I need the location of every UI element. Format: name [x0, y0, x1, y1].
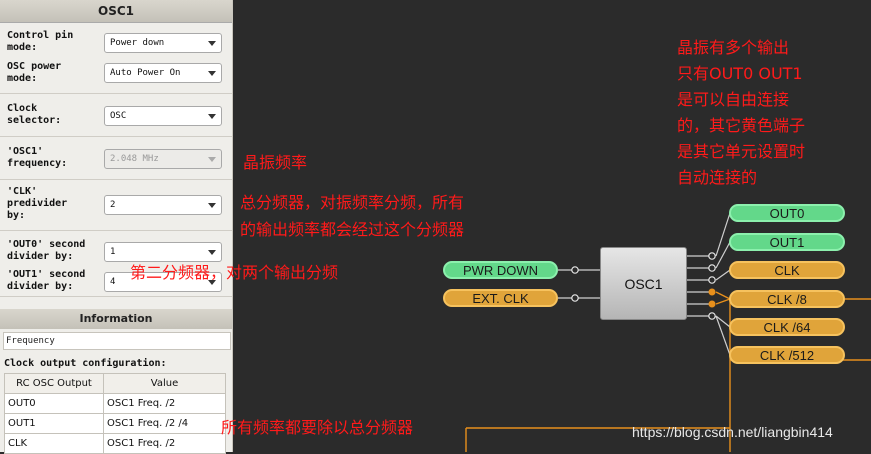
annotation-line: 的，其它黄色端子 — [677, 116, 806, 135]
pin-ext-clk[interactable] — [571, 294, 579, 302]
annotation-predivider: 总分频器，对振频率分频，所有 的输出频率都会经过这个分频器 — [240, 189, 464, 243]
annotation-line: 晶振有多个输出 — [677, 38, 790, 57]
pin-clk-512[interactable] — [708, 312, 716, 320]
annotation-second-divider: 第二分频器，对两个输出分频 — [130, 263, 339, 282]
annotation-bottom: 所有频率都要除以总分频器 — [221, 418, 414, 437]
annotation-line: 的输出频率都会经过这个分频器 — [240, 220, 465, 239]
annotation-line: 是其它单元设置时 — [677, 142, 806, 161]
ext-clk-pin[interactable]: EXT. CLK — [443, 289, 558, 307]
watermark: https://blog.csdn.net/liangbin414 — [632, 424, 833, 440]
clk-64-pin[interactable]: CLK /64 — [729, 318, 845, 336]
pin-out1[interactable] — [708, 264, 716, 272]
pin-clk-64[interactable] — [708, 300, 716, 308]
pin-clk-8[interactable] — [708, 288, 716, 296]
osc1-block[interactable]: OSC1 — [600, 247, 687, 320]
clk-512-pin[interactable]: CLK /512 — [729, 346, 845, 364]
out0-pin[interactable]: OUT0 — [729, 204, 845, 222]
pin-clk[interactable] — [708, 276, 716, 284]
out1-pin[interactable]: OUT1 — [729, 233, 845, 251]
clk-8-pin[interactable]: CLK /8 — [729, 290, 845, 308]
pwr-down-pin[interactable]: PWR DOWN — [443, 261, 558, 279]
annotation-line: 自动连接的 — [677, 168, 758, 187]
annotation-line: 总分频器，对振频率分频，所有 — [240, 193, 465, 212]
annotation-line: 只有OUT0 OUT1 — [677, 64, 803, 83]
annotation-frequency: 晶振频率 — [243, 153, 308, 172]
pin-pwr-down[interactable] — [571, 266, 579, 274]
clk-pin[interactable]: CLK — [729, 261, 845, 279]
pin-out0[interactable] — [708, 252, 716, 260]
annotation-line: 是可以自由连接 — [677, 90, 790, 109]
annotation-outputs: 晶振有多个输出 只有OUT0 OUT1 是可以自由连接 的，其它黄色端子 是其它… — [677, 35, 805, 191]
